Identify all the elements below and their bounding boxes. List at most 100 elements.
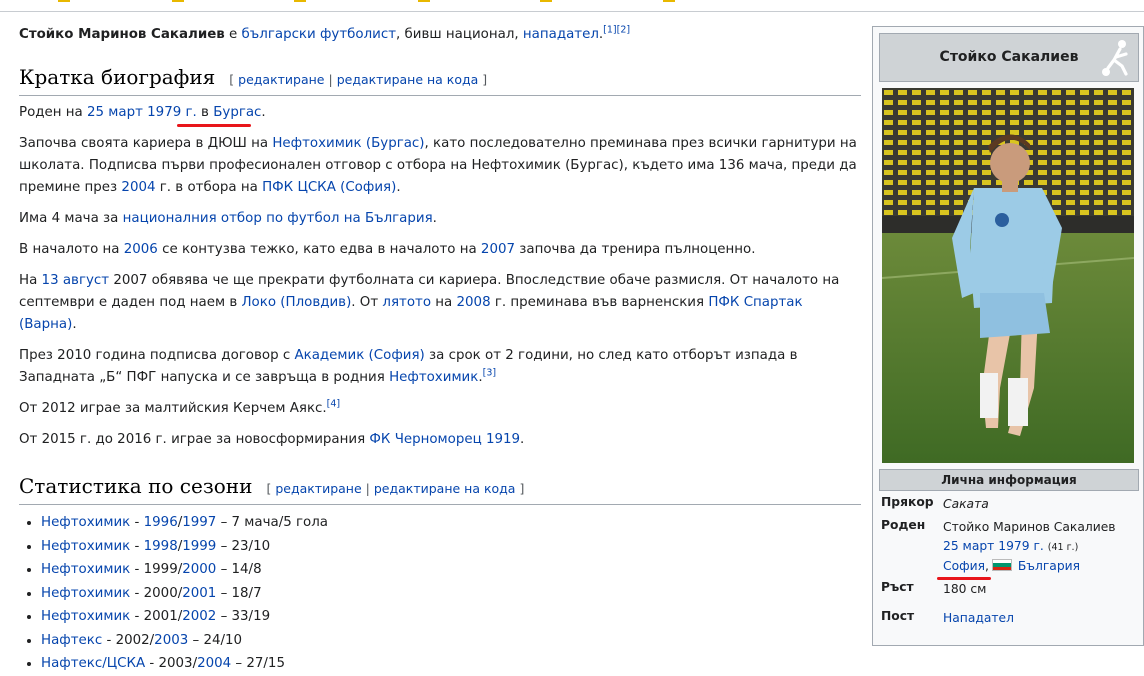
link-position[interactable]: нападател: [523, 27, 599, 42]
reference-link[interactable]: [3]: [483, 368, 496, 379]
link-year[interactable]: 1998: [144, 539, 178, 554]
edit-section-links: [ редактиране | редактиране на кода ]: [229, 72, 487, 87]
edit-code-link[interactable]: редактиране на кода: [374, 481, 516, 496]
nickname-value: Саката: [943, 497, 989, 511]
link-club[interactable]: Нефтохимик: [41, 609, 130, 624]
link-born-country[interactable]: България: [1018, 559, 1080, 573]
season-stat: – 7 мача/5 гола: [216, 515, 329, 530]
season-item: Нафтекс/ЦСКА - 2003/2004 – 27/15: [41, 652, 861, 676]
link-club[interactable]: Нефтохимик: [41, 515, 130, 530]
link-born-date[interactable]: 25 март 1979 г.: [943, 539, 1044, 553]
link-club[interactable]: Нафтекс/ЦСКА: [41, 656, 145, 671]
link-year[interactable]: 2003: [154, 633, 188, 648]
bulgaria-flag-icon: [991, 559, 1012, 571]
text: Роден на: [19, 105, 87, 120]
season-stat: – 18/7: [216, 585, 262, 601]
bracket: [: [229, 72, 235, 87]
text: .: [396, 180, 401, 195]
link-nationality[interactable]: български футболист: [242, 27, 396, 42]
link-year[interactable]: 1997: [182, 515, 216, 530]
link-born-city[interactable]: София: [943, 559, 985, 573]
text: От 2015 г. до 2016 г. играе за новосформ…: [19, 432, 370, 447]
row-label: Ръст: [881, 580, 914, 594]
toolbar-mark: [294, 0, 306, 2]
text: На: [19, 273, 42, 288]
text: Има 4 мача за: [19, 211, 123, 226]
edit-link[interactable]: редактиране: [275, 481, 361, 496]
row-value: Саката: [943, 495, 1139, 514]
season-list: Нефтохимик - 1996/1997 – 7 мача/5 голаНе…: [19, 511, 861, 676]
edit-code-link[interactable]: редактиране на кода: [337, 72, 479, 87]
link-summer[interactable]: лятото: [382, 295, 431, 310]
year-text: 2002: [115, 632, 150, 648]
text: започва да тренира пълноценно.: [515, 242, 756, 257]
link-birth-date[interactable]: 25 март 1979 г.: [87, 105, 197, 120]
text: .: [432, 211, 437, 226]
year-text: 2000: [143, 585, 178, 601]
text: През 2010 година подписва договор с: [19, 348, 295, 363]
link-year[interactable]: 1999: [182, 539, 216, 554]
heading-text: Кратка биография: [19, 65, 216, 89]
link-club[interactable]: Нефтохимик: [41, 562, 130, 577]
season-item: Нефтохимик - 1996/1997 – 7 мача/5 гола: [41, 511, 861, 535]
text: г. преминава във варненския: [490, 295, 709, 310]
bio-paragraph-6: През 2010 година подписва договор с Акад…: [19, 345, 861, 389]
bio-paragraph-5: На 13 август 2007 обявява че ще прекрати…: [19, 270, 861, 336]
toolbar-mark: [663, 0, 675, 2]
link-loko[interactable]: Локо (Пловдив): [241, 295, 351, 310]
bio-paragraph-8: От 2015 г. до 2016 г. играе за новосформ…: [19, 429, 861, 451]
link-year[interactable]: 2007: [481, 242, 515, 257]
text: Започва своята кариера в ДЮШ на: [19, 136, 273, 151]
link-year[interactable]: 2006: [124, 242, 158, 257]
infobox-title: Стойко Сакалиев: [879, 33, 1139, 82]
link-year[interactable]: 2008: [457, 295, 491, 310]
link-year[interactable]: 1996: [144, 515, 178, 530]
reference-link[interactable]: [1][2]: [603, 25, 630, 36]
text: От 2012 играе за малтийския Керчем Аякс.: [19, 401, 327, 416]
separator: |: [365, 481, 370, 496]
edit-link[interactable]: редактиране: [238, 72, 324, 87]
link-birth-place[interactable]: Бургас: [213, 105, 261, 120]
link-club[interactable]: Нефтохимик: [41, 539, 130, 554]
born-date-line: 25 март 1979 г. (41 г.): [943, 537, 1139, 557]
season-item: Нафтекс - 2002/2003 – 24/10: [41, 629, 861, 653]
text: в: [196, 105, 214, 120]
toolbar-mark: [418, 0, 430, 2]
row-label: Пост: [881, 609, 915, 623]
link-club[interactable]: Нафтекс: [41, 633, 102, 648]
season-item: Нефтохимик - 1998/1999 – 23/10: [41, 535, 861, 559]
link-position[interactable]: Нападател: [943, 611, 1014, 625]
intro-paragraph: Стойко Маринов Сакалиев е български футб…: [19, 24, 861, 46]
link-neftochimic[interactable]: Нефтохимик: [389, 370, 478, 385]
player-photo[interactable]: [882, 88, 1134, 463]
link-akademik[interactable]: Академик (София): [294, 348, 424, 363]
toolbar-mark: [540, 0, 552, 2]
row-label: Прякор: [881, 495, 934, 509]
soccer-player-icon: [1102, 40, 1128, 76]
link-year[interactable]: 2004: [197, 656, 231, 671]
season-item: Нефтохимик - 1999/2000 – 14/8: [41, 558, 861, 582]
link-date[interactable]: 13 август: [42, 273, 110, 288]
row-value: Стойко Маринов Сакалиев 25 март 1979 г. …: [943, 518, 1139, 576]
red-annotation-underline: [177, 124, 251, 127]
bio-paragraph-2: Започва своята кариера в ДЮШ на Нефтохим…: [19, 133, 861, 199]
reference-link[interactable]: [4]: [327, 399, 340, 410]
text: е: [224, 27, 242, 42]
link-chernomorets[interactable]: ФК Черноморец 1919: [369, 432, 520, 447]
red-annotation-underline: [937, 577, 991, 580]
link-neftochimic[interactable]: Нефтохимик (Бургас): [272, 136, 424, 151]
link-year[interactable]: 2001: [182, 586, 216, 601]
link-national-team[interactable]: националния отбор по футбол на България: [123, 211, 433, 226]
link-year[interactable]: 2002: [182, 609, 216, 624]
link-year[interactable]: 2000: [182, 562, 216, 577]
heading-text: Статистика по сезони: [19, 474, 253, 498]
link-club[interactable]: Нефтохимик: [41, 586, 130, 601]
link-year[interactable]: 2004: [121, 180, 155, 195]
bio-paragraph-4: В началото на 2006 се контузва тежко, ка…: [19, 239, 861, 261]
bracket: ]: [519, 481, 525, 496]
subject-name: Стойко Маринов Сакалиев: [19, 27, 225, 42]
link-cska[interactable]: ПФК ЦСКА (София): [262, 180, 396, 195]
season-stat: – 23/10: [216, 538, 271, 554]
row-value: Нападател: [943, 609, 1139, 628]
text: . От: [351, 295, 383, 310]
